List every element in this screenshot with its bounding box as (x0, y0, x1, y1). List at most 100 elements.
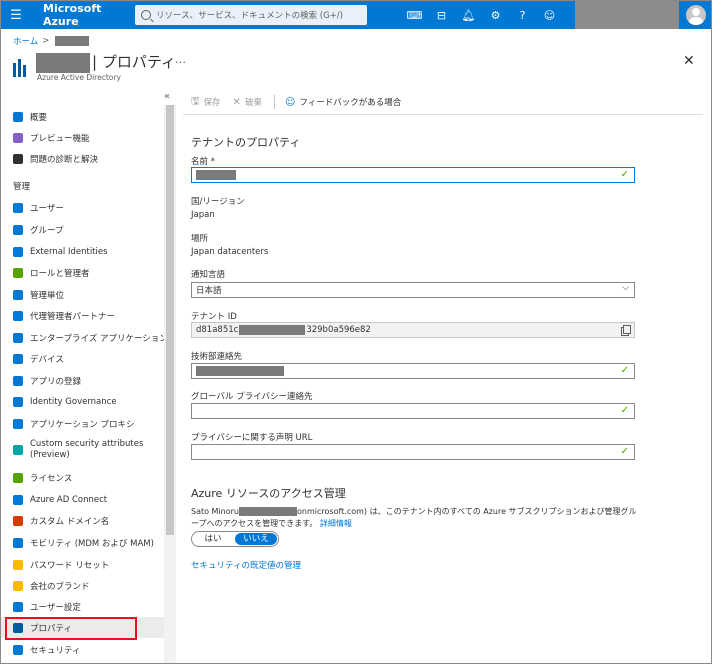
sidebar-item-app-proxy[interactable]: アプリケーション プロキシ (1, 413, 164, 434)
sidebar-item-partner[interactable]: 代理管理者パートナー (1, 305, 164, 326)
notifications-icon[interactable]: 🔔︎ (455, 1, 482, 29)
sidebar-item-devices[interactable]: デバイス (1, 348, 164, 369)
sidebar-item-label: ライセンス (30, 473, 73, 484)
top-icons: ⌨ ⊟ 🔔︎ ⚙ ? ☺ (401, 1, 563, 29)
desc-account-redacted (239, 507, 298, 516)
scrollbar-thumb[interactable] (166, 105, 174, 535)
sidebar-item-label: プレビュー機能 (30, 133, 90, 144)
branding-icon (13, 580, 23, 591)
sidebar-item-shield[interactable]: セキュリティ (1, 639, 164, 660)
search-input[interactable]: リソース、サービス、ドキュメントの検索 (G+/) (135, 5, 367, 25)
country-label: 国/リージョン (191, 197, 245, 207)
sidebar-item-roles[interactable]: ロールと管理者 (1, 262, 164, 283)
sidebar-item-label: 概要 (30, 112, 48, 123)
name-field[interactable]: ✓ (191, 167, 635, 183)
directory-filter-icon[interactable]: ⊟ (428, 1, 455, 29)
ad-connect-icon (13, 494, 23, 505)
azure-access-heading: Azure リソースのアクセス管理 (191, 487, 346, 500)
external-identities-icon (13, 246, 23, 257)
breadcrumb-home[interactable]: ホーム (13, 35, 38, 47)
sidebar-item-security-attributes[interactable]: Custom security attributes (Preview) (1, 434, 164, 466)
properties-icon (13, 57, 29, 77)
language-select[interactable]: 日本語 ⌵ (191, 282, 635, 298)
sidebar-item-user-settings[interactable]: ユーザー設定 (1, 596, 164, 617)
azure-access-toggle[interactable]: はい いいえ (191, 531, 279, 547)
sidebar-item-key[interactable]: パスワード リセット (1, 554, 164, 575)
learn-more-link[interactable]: 詳細情報 (320, 519, 352, 528)
collapse-sidebar-icon[interactable]: « (164, 91, 170, 102)
save-icon: 🖫 (191, 95, 200, 107)
breadcrumb-tenant-redacted[interactable] (55, 36, 90, 46)
sidebar-item-user[interactable]: ユーザー (1, 197, 164, 218)
discard-icon: ✕ (232, 96, 241, 108)
privacy-url-field[interactable]: ✓ (191, 444, 635, 460)
location-label: 場所 (191, 234, 209, 244)
tenant-id-field[interactable]: d81a851c 329b0a596e82 (191, 322, 635, 338)
tech-contact-field[interactable]: ✓ (191, 363, 635, 379)
feedback-button[interactable]: ☺ フィードバックがある場合 (284, 96, 402, 109)
more-icon[interactable]: … (175, 53, 186, 66)
account-info-redacted[interactable] (575, 1, 679, 29)
cloud-shell-icon[interactable]: ⌨ (401, 1, 428, 29)
privacy-contact-field[interactable]: ✓ (191, 403, 635, 419)
security-defaults-link[interactable]: セキュリティの既定値の管理 (191, 559, 301, 571)
sidebar-item-group[interactable]: グループ (1, 219, 164, 240)
save-button[interactable]: 🖫 保存 (191, 94, 221, 111)
tenant-id-suffix: 329b0a596e82 (306, 325, 371, 335)
discard-button[interactable]: ✕ 破棄 (232, 96, 262, 109)
wrench-icon (13, 153, 23, 164)
page-subtitle: Azure Active Directory (37, 73, 121, 82)
custom-domain-icon (13, 515, 23, 526)
sidebar-section-manage: 管理 (13, 182, 31, 192)
sidebar-item-custom-domain[interactable]: カスタム ドメイン名 (1, 510, 164, 531)
location-value: Japan datacenters (191, 247, 269, 257)
sidebar-item-label: Identity Governance (30, 396, 117, 407)
settings-icon[interactable]: ⚙ (482, 1, 509, 29)
tenant-id-redacted (239, 325, 306, 335)
brand-logo[interactable]: Microsoft Azure (31, 2, 131, 28)
avatar[interactable] (681, 1, 711, 29)
sidebar-item-admin-units[interactable]: 管理単位 (1, 284, 164, 305)
sidebar-item-preview[interactable]: プレビュー機能 (1, 127, 164, 148)
close-icon[interactable]: ✕ (683, 53, 695, 69)
toggle-no[interactable]: いいえ (235, 533, 277, 545)
sidebar-item-wrench[interactable]: 問題の診断と解決 (1, 148, 164, 169)
sidebar-item-label: アプリケーション プロキシ (30, 419, 135, 430)
enterprise-apps-icon (13, 332, 23, 343)
sidebar-item-info[interactable]: 概要 (1, 106, 164, 127)
tech-contact-label: 技術部連絡先 (191, 352, 243, 362)
mobility-icon (13, 537, 23, 548)
feedback-icon[interactable]: ☺ (536, 1, 563, 29)
copy-icon[interactable] (621, 325, 631, 336)
feedback-icon: ☺ (284, 96, 296, 108)
license-icon (13, 472, 23, 483)
sidebar-item-label: 代理管理者パートナー (30, 311, 116, 322)
sidebar-item-label: 問題の診断と解決 (30, 154, 99, 165)
feedback-label: フィードバックがある場合 (299, 98, 402, 108)
sidebar-item-label: ユーザー設定 (30, 602, 81, 613)
sidebar-item-enterprise-apps[interactable]: エンタープライズ アプリケーション (1, 327, 164, 348)
toggle-yes[interactable]: はい (192, 532, 234, 546)
sidebar-item-mobility[interactable]: モビリティ (MDM および MAM) (1, 532, 164, 553)
save-label: 保存 (203, 98, 221, 108)
sidebar-item-label: セキュリティ (30, 645, 81, 656)
sidebar-item-external-identities[interactable]: External Identities (1, 241, 164, 262)
sidebar-item-branding[interactable]: 会社のブランド (1, 575, 164, 596)
sidebar-scrollbar[interactable] (164, 105, 176, 663)
toolbar-separator (273, 95, 275, 109)
sidebar-item-governance[interactable]: Identity Governance (1, 391, 164, 412)
devices-icon (13, 353, 23, 364)
sidebar-item-label: パスワード リセット (30, 560, 110, 571)
sidebar-item-app-registration[interactable]: アプリの登録 (1, 370, 164, 391)
sidebar-item-label: デバイス (30, 354, 64, 365)
sidebar-item-license[interactable]: ライセンス (1, 467, 164, 488)
sidebar-item-ad-connect[interactable]: Azure AD Connect (1, 489, 164, 510)
country-value: Japan (191, 210, 215, 220)
help-icon[interactable]: ? (509, 1, 536, 29)
tenant-id-prefix: d81a851c (196, 325, 239, 335)
menu-icon[interactable]: ☰ (1, 1, 31, 29)
command-bar: 🖫 保存 ✕ 破棄 ☺ フィードバックがある場合 (191, 93, 413, 111)
app-proxy-icon (13, 418, 23, 429)
sidebar-item-label: 管理単位 (30, 290, 65, 301)
tenant-id-label: テナント ID (191, 312, 237, 322)
